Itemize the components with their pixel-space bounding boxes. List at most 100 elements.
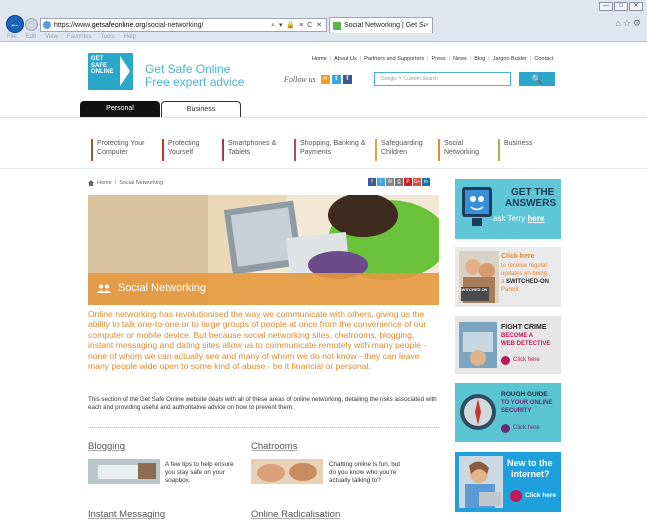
nav-about-link[interactable]: About Us — [334, 56, 357, 62]
new-line1: New to the — [507, 458, 553, 468]
category-business[interactable]: Business — [498, 139, 544, 161]
section-chatrooms-link[interactable]: Chatrooms — [251, 441, 297, 452]
ask-terry-link[interactable]: here — [528, 214, 545, 223]
follow-us: Follow us ≈ t f — [284, 75, 352, 84]
menu-view[interactable]: View — [45, 33, 58, 42]
site-logo[interactable]: GET SAFE ONLINE — [88, 53, 133, 90]
nav-press-link[interactable]: Press — [432, 56, 446, 62]
rough-line3: SECURITY — [501, 408, 532, 414]
search-input[interactable]: Google™ Custom Search — [374, 72, 511, 86]
home-icon — [88, 180, 94, 186]
blogging-thumbnail[interactable] — [88, 459, 160, 484]
logo-chevron-icon — [120, 56, 130, 86]
nav-news-link[interactable]: News — [453, 56, 467, 62]
category-smartphones[interactable]: Smartphones & Tablets — [222, 139, 288, 161]
window-controls: — □ ✕ — [599, 2, 643, 11]
crime-click-here[interactable]: Click here — [513, 357, 540, 363]
switched-line2: to receive regular — [501, 263, 548, 269]
section-instant-messaging-link[interactable]: Instant Messaging — [88, 509, 165, 520]
switched-on-parent-banner[interactable]: SWITCHED ON Click here to receive regula… — [455, 247, 561, 307]
browser-tool-icons[interactable]: ⌂☆⚙ — [615, 18, 643, 29]
crime-line2: BECOME A — [501, 333, 534, 339]
nav-blog-link[interactable]: Blog — [474, 56, 485, 62]
dotted-divider — [88, 427, 439, 428]
ask-terry-banner[interactable]: GET THE ANSWERS ask Terry here — [455, 179, 561, 239]
compass-icon — [460, 394, 496, 430]
maximize-button[interactable]: □ — [614, 2, 628, 11]
share-print-icon[interactable]: ⎙ — [395, 178, 403, 186]
new-click-here[interactable]: Click here — [525, 492, 556, 499]
share-twitter-icon[interactable]: t — [377, 178, 385, 186]
rough-line1: ROUGH GUIDE — [501, 391, 548, 398]
twitter-icon[interactable]: t — [331, 75, 341, 84]
tab-close-icon[interactable]: × — [425, 22, 429, 29]
switched-on-badge: SWITCHED ON — [459, 287, 488, 292]
close-window-button[interactable]: ✕ — [629, 2, 643, 11]
category-protecting-yourself[interactable]: Protecting Yourself — [162, 139, 214, 161]
section-online-radicalisation-link[interactable]: Online Radicalisation — [251, 509, 340, 520]
nav-contact-link[interactable]: Contact — [534, 56, 553, 62]
address-bar[interactable]: https://www.getsafeonline.org/social-net… — [40, 18, 327, 32]
nav-partners-link[interactable]: Partners and Supporters — [364, 56, 424, 62]
share-googleplus-icon[interactable]: G+ — [413, 178, 421, 186]
follow-label: Follow us — [284, 75, 316, 84]
crime-line1: FIGHT CRIME — [501, 324, 547, 331]
rough-click-here[interactable]: Click here — [513, 425, 540, 431]
web-detective-banner[interactable]: FIGHT CRIME BECOME A WEB DETECTIVE Click… — [455, 316, 561, 374]
nav-home-link[interactable]: Home — [312, 56, 327, 62]
new-to-internet-banner[interactable]: New to the internet? Click here — [455, 452, 561, 512]
category-protecting-computer[interactable]: Protecting Your Computer — [91, 139, 157, 161]
share-facebook-icon[interactable]: f — [368, 178, 376, 186]
hero-title: Social Networking — [118, 282, 207, 294]
minimize-button[interactable]: — — [599, 2, 613, 11]
answers-line3: ask Terry here — [493, 214, 545, 223]
parents-photo — [459, 251, 499, 303]
share-linkedin-icon[interactable]: in — [422, 178, 430, 186]
site-favicon-icon — [43, 21, 51, 29]
category-safeguarding[interactable]: Safeguarding Children — [375, 139, 431, 161]
switched-line5: Parent — [501, 287, 519, 293]
menu-edit[interactable]: Edit — [26, 33, 36, 42]
search-button[interactable]: 🔍 — [519, 72, 555, 86]
section-blogging-link[interactable]: Blogging — [88, 441, 125, 452]
back-arrow-icon[interactable]: ← — [6, 15, 24, 33]
rough-guide-banner[interactable]: ROUGH GUIDE TO YOUR ONLINE SECURITY Clic… — [455, 383, 561, 442]
menu-file[interactable]: File — [7, 33, 17, 42]
tab-title: Social Networking | Get Saf... — [344, 22, 425, 29]
switched-line3: updates on being — [501, 271, 548, 277]
category-social-networking[interactable]: Social Networking — [438, 139, 486, 161]
web-page: Home | About Us | Partners and Supporters |… — [0, 43, 647, 522]
crime-line3: WEB DETECTIVE — [501, 341, 551, 347]
menu-tools[interactable]: Tools — [101, 33, 115, 42]
chatrooms-thumbnail[interactable] — [251, 459, 323, 484]
category-shopping[interactable]: Shopping, Banking & Payments — [294, 139, 368, 161]
browser-chrome: — □ ✕ ← → https://www.getsafeonline.org/… — [0, 0, 647, 42]
new-line2: internet? — [511, 469, 550, 479]
address-url[interactable]: https://www.getsafeonline.org/social-net… — [54, 22, 203, 29]
new-play-icon — [510, 490, 522, 502]
share-email-icon[interactable]: ✉ — [386, 178, 394, 186]
blogging-summary: A few tips to help ensure you stay safe … — [165, 461, 234, 484]
browser-tab[interactable]: Social Networking | Get Saf... × — [329, 17, 433, 33]
rss-icon[interactable]: ≈ — [320, 75, 330, 84]
menu-favorites[interactable]: Favorites — [67, 33, 92, 42]
utility-nav: Home | About Us | Partners and Supporters |… — [312, 56, 554, 62]
share-icons: f t ✉ ⎙ P G+ in — [368, 178, 430, 186]
tab-personal[interactable]: Personal — [80, 101, 160, 117]
forward-arrow-icon[interactable]: → — [25, 18, 38, 31]
facebook-icon[interactable]: f — [342, 75, 352, 84]
address-bar-icons[interactable]: ⌕ ▾ 🔒 ≡ C ✕ — [271, 21, 326, 30]
tab-business[interactable]: Business — [161, 101, 241, 117]
switched-click-here[interactable]: Click here — [501, 253, 534, 260]
answers-line2: ANSWERS — [505, 198, 557, 209]
logo-box-text: GET SAFE ONLINE — [91, 56, 114, 75]
nav-jargon-link[interactable]: Jargon Buster — [493, 56, 527, 62]
chatrooms-summary: Chatting online is fun, but do you know … — [329, 461, 401, 484]
logo-subtitle: Free expert advice — [145, 75, 245, 89]
divider — [0, 117, 647, 118]
breadcrumb-current: Social Networking — [119, 180, 164, 186]
share-pinterest-icon[interactable]: P — [404, 178, 412, 186]
breadcrumb-home[interactable]: Home — [97, 180, 112, 186]
breadcrumb: Home / Social Networking — [88, 180, 163, 186]
menu-help[interactable]: Help — [124, 33, 136, 42]
